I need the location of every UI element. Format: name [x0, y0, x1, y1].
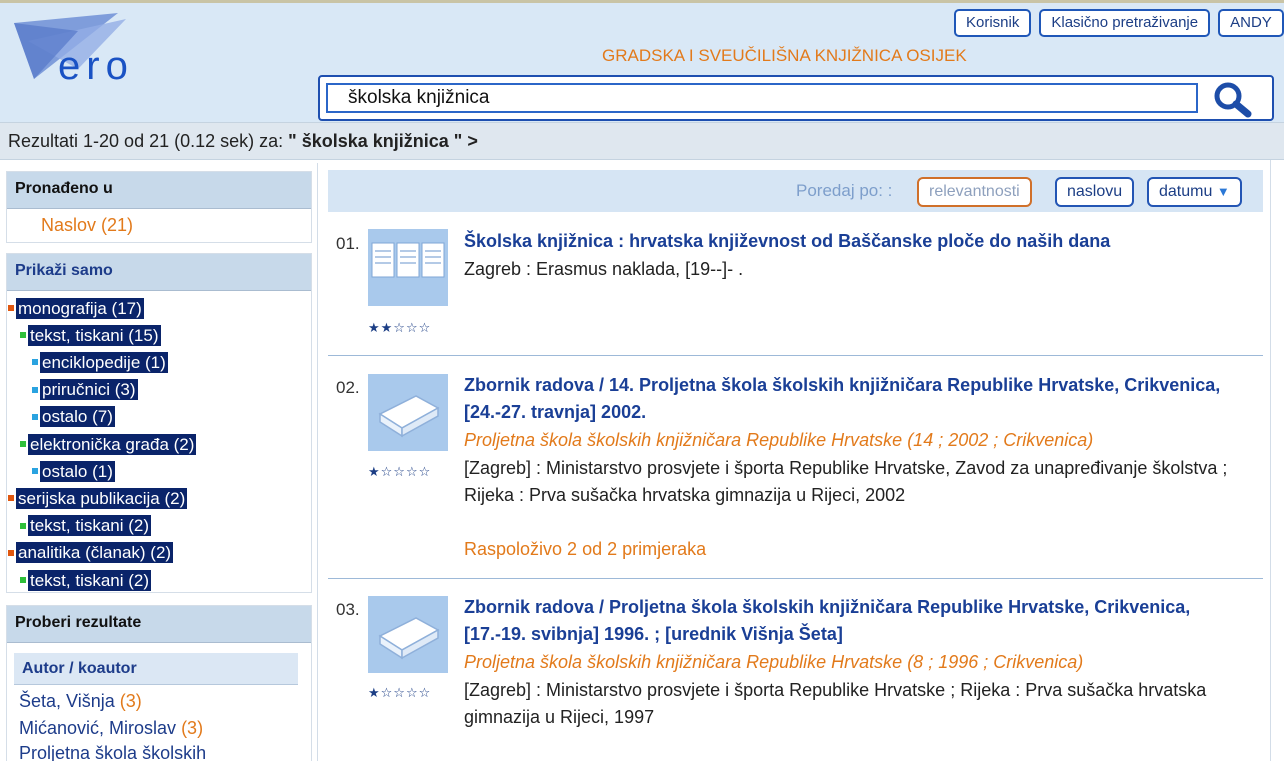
facet-item[interactable]: priručnici (3): [32, 379, 138, 401]
sort-bar: Poredaj po: : relevantnosti naslovu datu…: [328, 170, 1263, 212]
refine-title: Proberi rezultate: [7, 606, 311, 643]
results-summary-bar: Rezultati 1-20 od 21 (0.12 sek) za: " šk…: [0, 122, 1284, 160]
bullet-square-icon: [32, 359, 38, 366]
record-divider: [328, 578, 1263, 579]
facet-item[interactable]: elektronička građa (2): [20, 433, 197, 455]
facet-label: enciklopedije (1): [40, 351, 168, 373]
chevron-down-icon: ▼: [1216, 184, 1230, 199]
sort-date-button[interactable]: datumu ▼: [1147, 177, 1242, 207]
author-link[interactable]: Proljetna škola školskih: [19, 743, 206, 761]
search-icon[interactable]: [1208, 80, 1258, 118]
book-icon[interactable]: [368, 374, 448, 451]
sort-title-button[interactable]: naslovu: [1055, 177, 1135, 207]
record-title-link[interactable]: Školska knjižnica : hrvatska književnost…: [464, 228, 1244, 255]
record-number: 02.: [336, 378, 360, 397]
rating-stars: ★★☆☆☆: [368, 320, 432, 335]
logo-text: ero: [58, 44, 134, 86]
facet-label: analitika (članak) (2): [16, 542, 174, 564]
facet-label: serijska publikacija (2): [16, 487, 188, 509]
bullet-square-icon: [8, 549, 14, 556]
ero-logo[interactable]: ero: [8, 11, 178, 86]
bullet-square-icon: [8, 305, 14, 311]
user-button[interactable]: Korisnik: [954, 9, 1032, 37]
record-number: 03.: [336, 600, 360, 619]
record-number: 01.: [336, 234, 360, 253]
sort-label: Poredaj po: :: [796, 181, 893, 200]
record-publisher: [Zagreb] : Ministarstvo prosvjete i špor…: [464, 458, 1228, 505]
bullet-square-icon: [20, 522, 26, 529]
facet-label: monografija (17): [16, 297, 144, 319]
facet-label: ostalo (1): [40, 460, 115, 482]
author-name: Mićanović, Miroslav: [19, 718, 177, 738]
record-title-link[interactable]: Zbornik radova / Proljetna škola školski…: [464, 594, 1244, 648]
facet-item[interactable]: ostalo (1): [32, 460, 115, 482]
library-name: GRADSKA I SVEUČILIŠNA KNJIŽNICA OSIJEK: [602, 46, 967, 65]
record-series[interactable]: Proljetna škola školskih knjižničara Rep…: [464, 652, 1083, 673]
top-buttons: Korisnik Klasično pretraživanje ANDY: [954, 9, 1284, 37]
author-link[interactable]: Mićanović, Miroslav (3): [19, 718, 203, 739]
facet-item[interactable]: monografija (17): [8, 297, 144, 319]
facet-label: tekst, tiskani (2): [28, 569, 152, 591]
bullet-square-icon: [32, 386, 38, 393]
search-input[interactable]: [326, 83, 1198, 113]
bullet-square-icon: [32, 468, 38, 475]
bullet-square-icon: [20, 332, 26, 339]
bullet-square-icon: [8, 495, 14, 502]
results-main: Poredaj po: : relevantnosti naslovu datu…: [328, 170, 1263, 761]
facet-label: priručnici (3): [40, 379, 138, 401]
record-publisher: Zagreb : Erasmus naklada, [19--]- .: [464, 259, 744, 279]
record-publisher: [Zagreb] : Ministarstvo prosvjete i špor…: [464, 680, 1207, 727]
record-series[interactable]: Proljetna škola školskih knjižničara Rep…: [464, 430, 1093, 451]
results-query: " školska knjižnica " >: [288, 131, 478, 151]
facet-label: tekst, tiskani (15): [28, 324, 161, 346]
sidebar: Pronađeno u Naslov (21) Prikaži samo mon…: [0, 163, 318, 761]
andy-button[interactable]: ANDY: [1218, 9, 1284, 37]
record-title-link[interactable]: Zbornik radova / 14. Proljetna škola ško…: [464, 372, 1244, 426]
record-divider: [328, 355, 1263, 356]
sort-date-label: datumu: [1159, 183, 1213, 200]
bullet-square-icon: [20, 441, 26, 447]
classic-search-button[interactable]: Klasično pretraživanje: [1039, 9, 1211, 37]
show-only-title: Prikaži samo: [7, 254, 311, 291]
author-subheading: Autor / koautor: [14, 653, 298, 685]
author-link[interactable]: Šeta, Višnja (3): [19, 691, 142, 712]
facet-item[interactable]: ostalo (7): [32, 406, 115, 428]
right-scroll-gutter[interactable]: [1270, 160, 1284, 761]
bullet-square-icon: [32, 413, 38, 420]
sort-relevance-button[interactable]: relevantnosti: [917, 177, 1032, 207]
search-box: [318, 75, 1274, 121]
facet-label: ostalo (7): [40, 406, 115, 428]
rating-stars: ★☆☆☆☆: [368, 685, 432, 700]
author-name: Šeta, Višnja: [19, 691, 115, 711]
facet-item[interactable]: analitika (članak) (2): [8, 542, 174, 564]
book-icon[interactable]: [368, 596, 448, 673]
facet-label: tekst, tiskani (2): [28, 515, 152, 537]
found-in-title-link[interactable]: Naslov (21): [7, 209, 311, 236]
author-count: (3): [119, 691, 142, 711]
author-count: (3): [181, 718, 204, 738]
author-name: Proljetna škola školskih: [19, 743, 207, 761]
record-availability[interactable]: Raspoloživo 2 od 2 primjeraka: [464, 539, 706, 560]
facet-item[interactable]: tekst, tiskani (15): [20, 324, 161, 346]
facet-item[interactable]: serijska publikacija (2): [8, 487, 188, 509]
facet-item[interactable]: tekst, tiskani (2): [20, 515, 152, 537]
facet-item[interactable]: tekst, tiskani (2): [20, 569, 152, 591]
results-summary: Rezultati 1-20 od 21 (0.12 sek) za:: [8, 131, 284, 151]
header: ero Korisnik Klasično pretraživanje ANDY…: [0, 0, 1284, 122]
facet-item[interactable]: enciklopedije (1): [32, 351, 168, 373]
rating-stars: ★☆☆☆☆: [368, 464, 432, 479]
book-pages-icon[interactable]: [368, 229, 448, 306]
found-in-panel: Pronađeno u Naslov (21): [6, 171, 312, 243]
found-in-title: Pronađeno u: [7, 172, 311, 209]
bullet-square-icon: [20, 577, 26, 583]
facet-label: elektronička građa (2): [28, 433, 197, 455]
